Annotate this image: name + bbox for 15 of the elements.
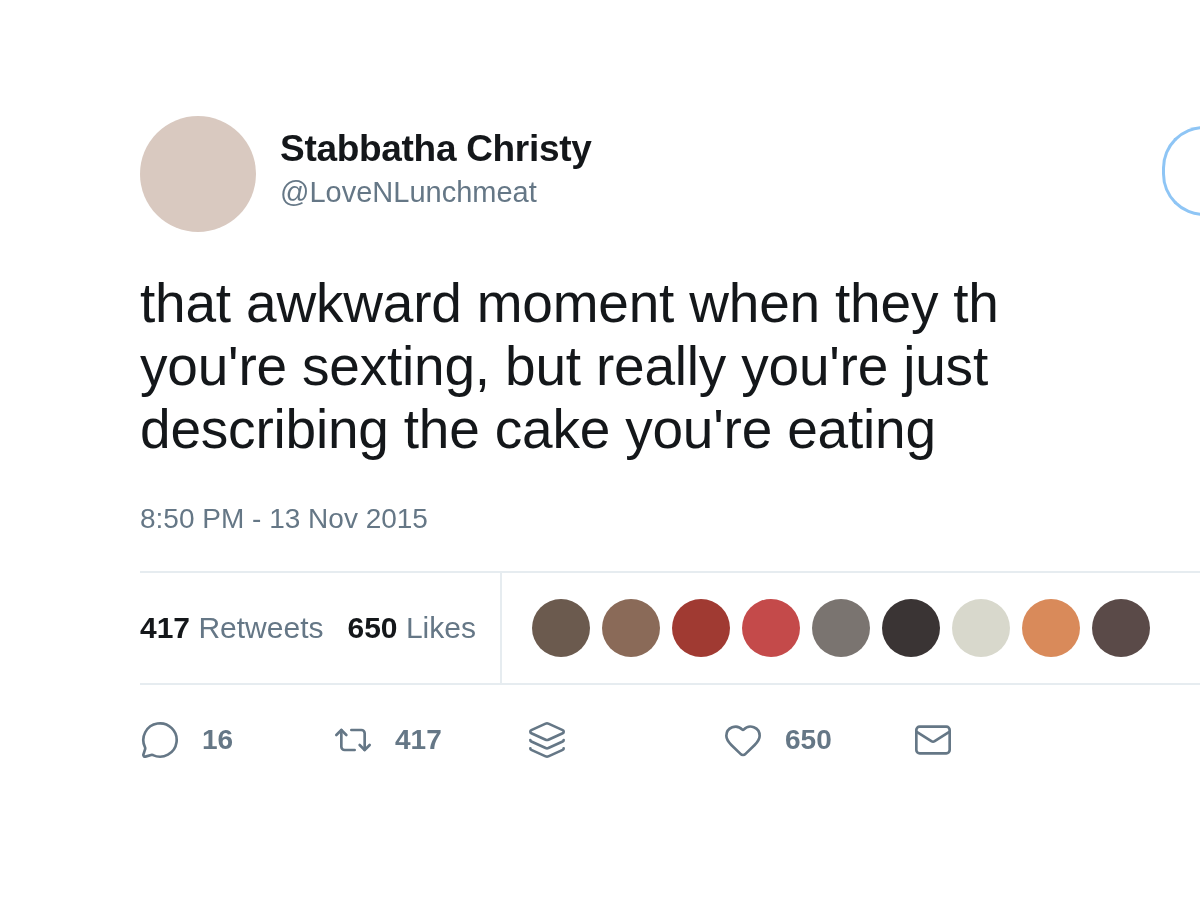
tweet-text: that awkward moment when they th you're sexting, but really you're just describing the cake you're eating bbox=[140, 272, 999, 461]
tweet-timestamp: 8:50 PM - 13 Nov 2015 bbox=[140, 503, 428, 535]
reply-button[interactable]: 16 bbox=[140, 720, 333, 760]
retweet-button[interactable]: 417 bbox=[333, 720, 527, 760]
liker-avatar[interactable] bbox=[881, 599, 940, 657]
reply-icon bbox=[140, 720, 180, 760]
stack-icon bbox=[527, 720, 567, 760]
stat-link[interactable]: 417 Retweets bbox=[140, 611, 324, 645]
like-button[interactable]: 650 bbox=[723, 720, 913, 760]
author-name: Stabbatha Christy bbox=[280, 127, 592, 170]
stat-link[interactable]: 650 Likes bbox=[347, 611, 476, 645]
liker-avatar[interactable] bbox=[531, 599, 590, 657]
liker-avatar[interactable] bbox=[1091, 599, 1150, 657]
author-handle: @LoveNLunchmeat bbox=[280, 175, 538, 209]
liker-avatar[interactable] bbox=[671, 599, 730, 657]
